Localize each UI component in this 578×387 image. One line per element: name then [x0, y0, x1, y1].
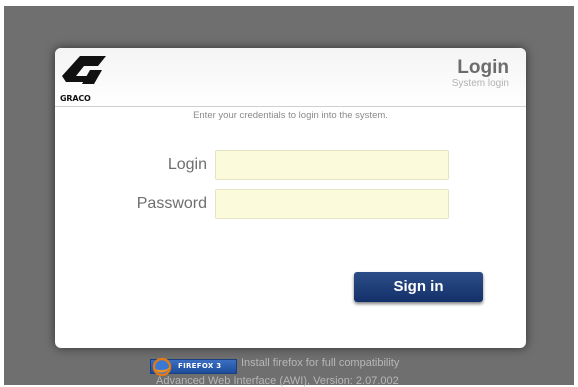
login-input[interactable] — [215, 150, 449, 180]
firefox-badge[interactable]: FIREFOX 3 — [150, 358, 237, 376]
firefox-message: Install firefox for full compatibility — [241, 357, 400, 369]
page-title: Login — [457, 57, 509, 78]
logo-text: GRACO — [60, 94, 91, 103]
login-instruction: Enter your credentials to login into the… — [193, 110, 388, 121]
login-label: Login — [167, 156, 207, 173]
graco-logo: GRACO — [60, 54, 108, 106]
password-input[interactable] — [215, 189, 449, 219]
header-title-block: Login System login — [451, 57, 509, 90]
login-row: Login — [55, 150, 526, 180]
password-row: Password — [55, 189, 526, 219]
sign-in-button[interactable]: Sign in — [354, 272, 483, 302]
password-label: Password — [136, 195, 207, 212]
firefox-icon — [152, 358, 172, 376]
page-subtitle: System login — [451, 78, 509, 89]
version-text: Advanced Web Interface (AWI), Version: 2… — [156, 375, 399, 387]
login-card: GRACO Login System login Enter your cred… — [55, 48, 526, 348]
firefox-badge-label: FIREFOX 3 — [178, 362, 222, 370]
graco-logo-icon — [62, 56, 106, 84]
footer: FIREFOX 3 Install firefox for full compa… — [0, 355, 578, 387]
card-header: GRACO Login System login — [55, 48, 526, 107]
